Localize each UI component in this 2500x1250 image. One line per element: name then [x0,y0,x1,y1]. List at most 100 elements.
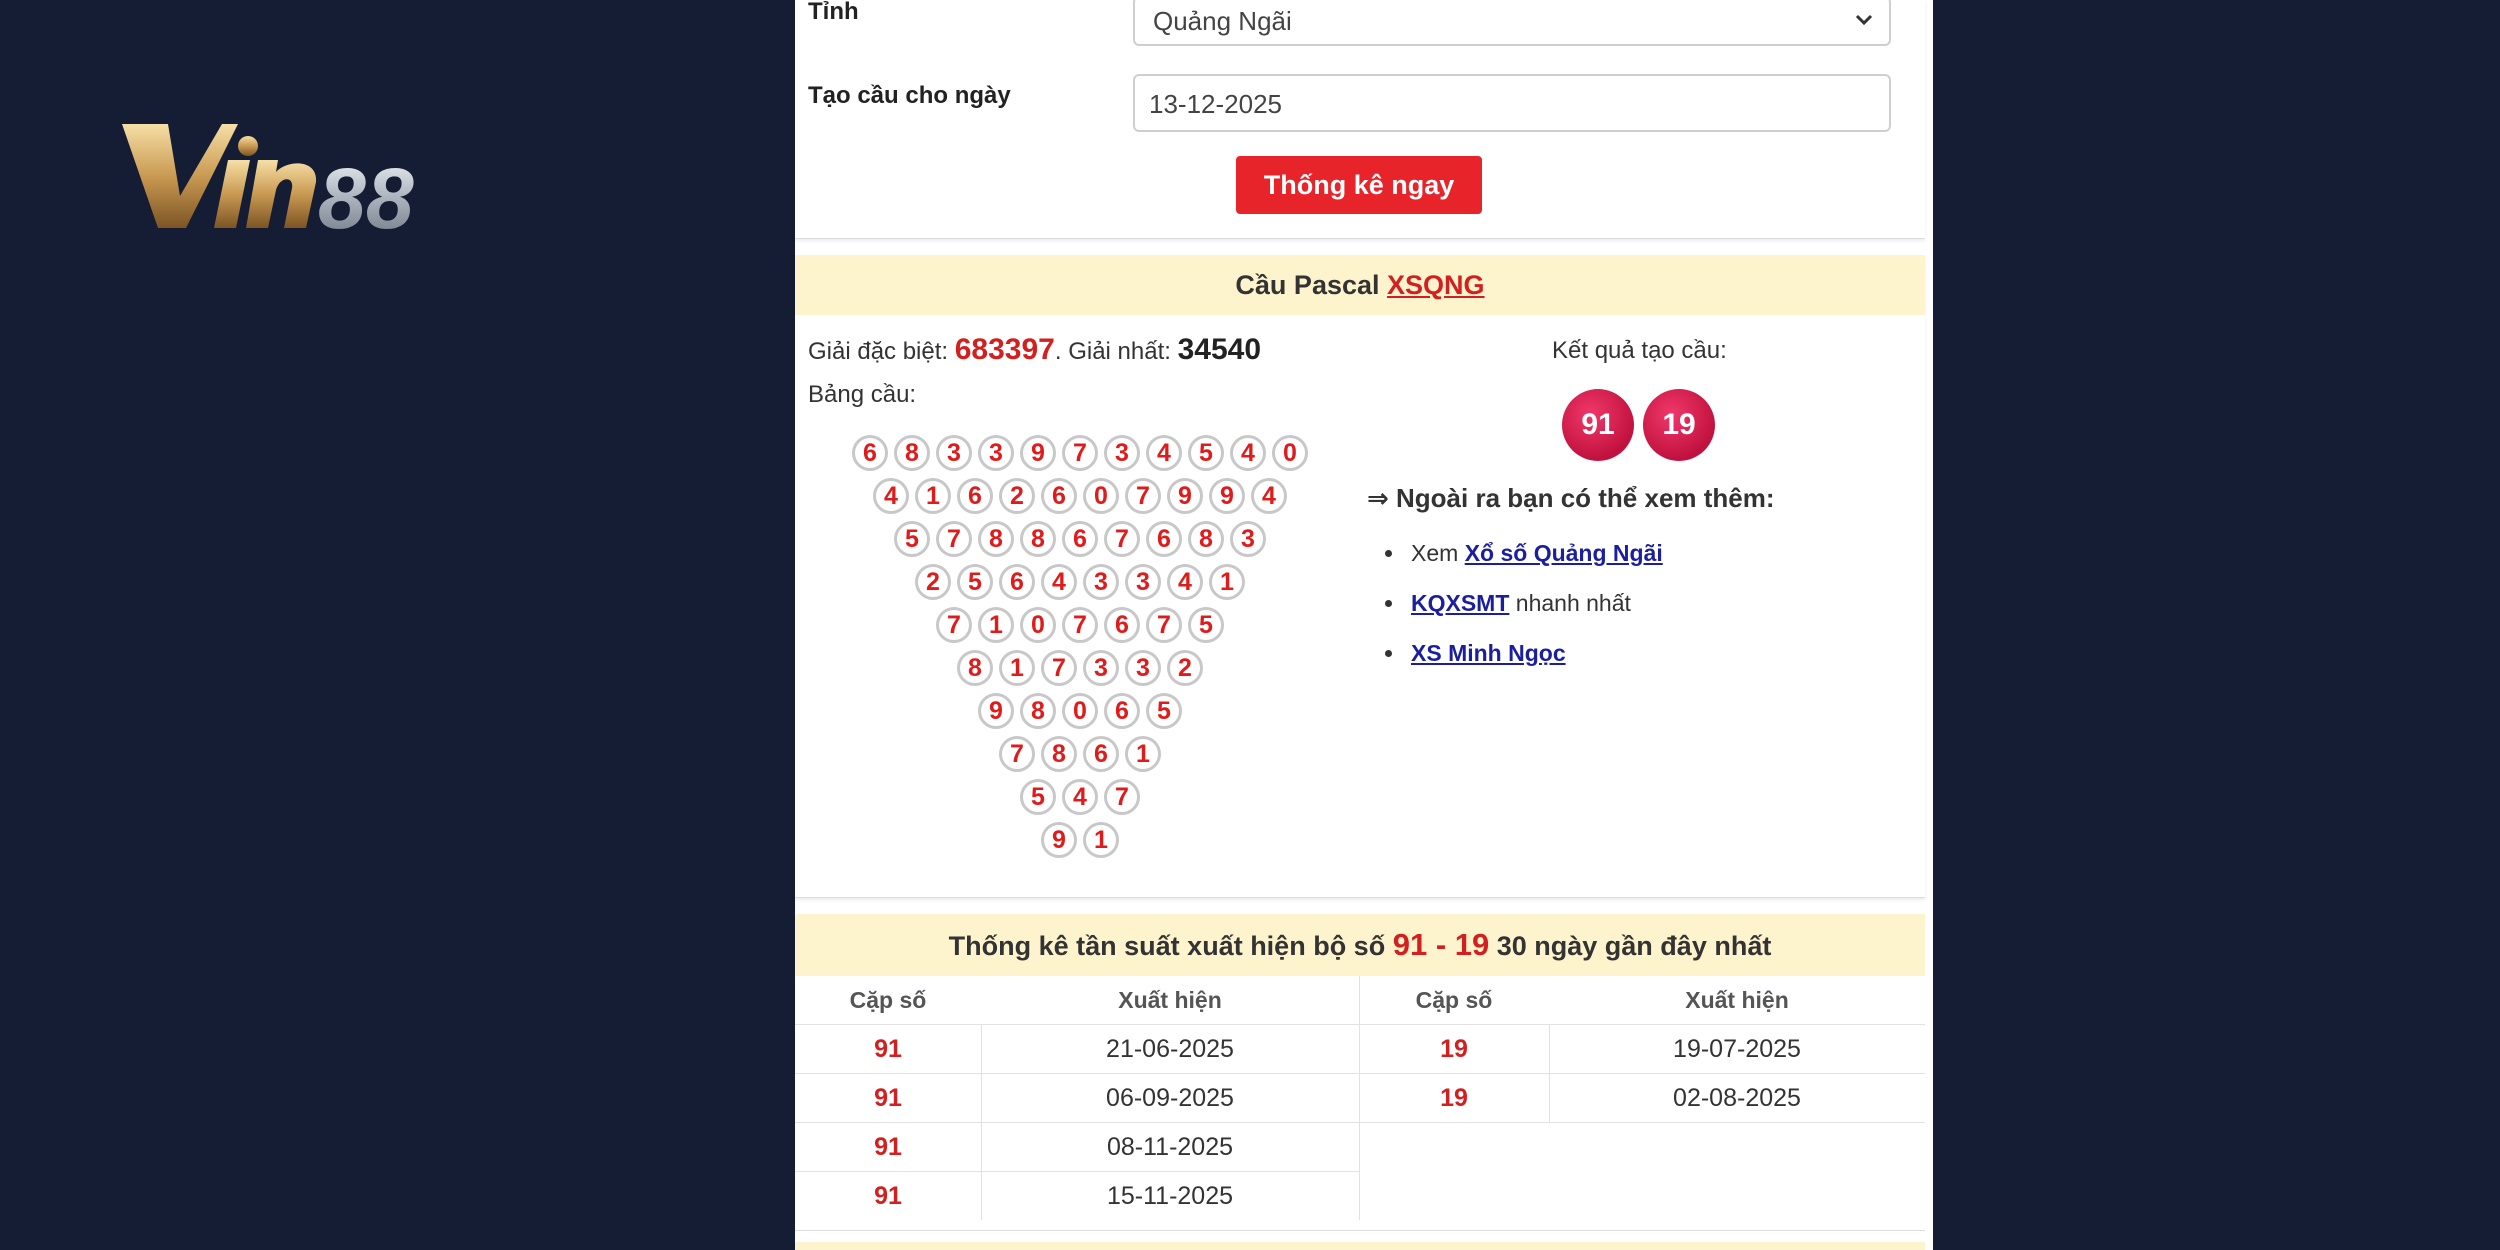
list-item: Xem Xổ số Quảng Ngãi [1385,537,1663,587]
svg-text:88: 88 [318,151,414,238]
pascal-digit: 1 [978,607,1014,643]
pascal-digit: 3 [1125,650,1161,686]
xs-minh-ngoc-link[interactable]: XS Minh Ngọc [1411,640,1566,666]
pascal-digit: 1 [1209,564,1245,600]
province-label: Tỉnh [808,0,859,25]
list-item: XS Minh Ngọc [1385,637,1663,687]
pascal-digit: 8 [957,650,993,686]
pascal-digit: 5 [957,564,993,600]
table-cell-pair: 19 [1359,1073,1549,1121]
pascal-digit: 8 [1188,521,1224,557]
pascal-digit: 4 [873,478,909,514]
result-ball: 19 [1643,389,1715,461]
pascal-digit: 1 [1083,822,1119,858]
pascal-digit: 5 [1020,779,1056,815]
frequency-title: Thống kê tần suất xuất hiện bộ số [948,931,1386,961]
pascal-digit: 0 [1062,693,1098,729]
pascal-digit: 4 [1062,779,1098,815]
pascal-digit: 7 [999,736,1035,772]
pascal-digit: 4 [1167,564,1203,600]
table-cell-pair: 91 [795,1171,981,1219]
column-header-pair: Cặp số [849,987,927,1013]
pascal-digit: 1 [999,650,1035,686]
pascal-digit: 8 [1020,521,1056,557]
frequency-header: Thống kê tần suất xuất hiện bộ số 91 - 1… [795,914,1925,976]
pascal-digit: 6 [999,564,1035,600]
pascal-digit: 2 [1167,650,1203,686]
pascal-digit: 9 [978,693,1014,729]
pascal-digit: 7 [1041,650,1077,686]
column-header-appearance: Xuất hiện [1118,987,1222,1013]
pascal-digit: 5 [894,521,930,557]
table-divider [1359,976,1360,1220]
pascal-digit: 9 [1020,435,1056,471]
vin88-logo: 88 [122,118,482,247]
more-title: ⇒ Ngoài ra bạn có thể xem thêm: [1367,483,1775,513]
pascal-card: Cầu Pascal XSQNG Giải đặc biệt: 683397. … [795,255,1925,898]
province-select-value: Quảng Ngãi [1153,6,1292,36]
pascal-digit: 7 [936,607,972,643]
pascal-digit: 4 [1146,435,1182,471]
pascal-digit: 2 [915,564,951,600]
pascal-digit: 3 [1104,435,1140,471]
result-ball: 91 [1562,389,1634,461]
pascal-triangle: 6833973454041626079945788676832564334171… [795,255,1395,895]
kqxsmt-link[interactable]: KQXSMT [1411,590,1509,616]
pascal-digit: 3 [1083,650,1119,686]
date-input[interactable]: 13-12-2025 [1133,74,1891,132]
pascal-digit: 3 [1083,564,1119,600]
pascal-digit: 0 [1083,478,1119,514]
pascal-digit: 3 [936,435,972,471]
table-cell-pair: 19 [1359,1024,1549,1072]
main-content: Tỉnh Quảng Ngãi Tạo cầu cho ngày 13-12-2… [795,0,1933,1250]
table-cell-date: 08-11-2025 [981,1122,1359,1170]
column-header-pair: Cặp số [1415,987,1493,1013]
pascal-digit: 0 [1020,607,1056,643]
table-cell-date: 21-06-2025 [981,1024,1359,1072]
lookup-form: Tỉnh Quảng Ngãi Tạo cầu cho ngày 13-12-2… [795,0,1925,239]
pascal-digit: 3 [1125,564,1161,600]
pascal-digit: 0 [1272,435,1308,471]
pascal-digit: 5 [1188,435,1224,471]
table-cell-date: 06-09-2025 [981,1073,1359,1121]
more-links: Xem Xổ số Quảng Ngãi KQXSMT nhanh nhất X… [1385,537,1663,687]
table-cell-pair: 91 [795,1073,981,1121]
table-cell-pair: 91 [795,1024,981,1072]
pascal-digit: 7 [1125,478,1161,514]
frequency-title-suffix: 30 ngày gần đây nhất [1496,931,1772,961]
pascal-digit: 7 [1062,435,1098,471]
table-divider [981,1024,982,1220]
pascal-digit: 3 [1230,521,1266,557]
pascal-digit: 8 [978,521,1014,557]
pascal-digit: 6 [1062,521,1098,557]
pascal-digit: 9 [1209,478,1245,514]
frequency-pair: 91 - 19 [1392,927,1490,962]
column-header-appearance: Xuất hiện [1685,987,1789,1013]
frequency-card: Thống kê tần suất xuất hiện bộ số 91 - 1… [795,914,1925,1231]
pascal-digit: 6 [957,478,993,514]
province-select[interactable]: Quảng Ngãi [1133,0,1891,46]
xsqng-link[interactable]: XSQNG [1387,270,1485,300]
pascal-digit: 7 [1104,779,1140,815]
pascal-digit: 4 [1251,478,1287,514]
pascal-digit: 4 [1230,435,1266,471]
table-cell-pair: 91 [795,1122,981,1170]
pascal-digit: 8 [1020,693,1056,729]
pascal-digit: 1 [1125,736,1161,772]
xo-so-quang-ngai-link[interactable]: Xổ số Quảng Ngãi [1465,540,1663,566]
pascal-digit: 7 [1146,607,1182,643]
table-divider [1359,1122,1925,1123]
pascal-digit: 7 [1062,607,1098,643]
pascal-digit: 6 [1104,607,1140,643]
pascal-digit: 6 [852,435,888,471]
result-label: Kết quả tạo cầu: [1552,337,1727,364]
chevron-down-icon [1855,14,1873,26]
submit-button[interactable]: Thống kê ngay [1236,156,1482,214]
pascal-digit: 6 [1083,736,1119,772]
date-label: Tạo cầu cho ngày [808,82,1011,109]
pascal-digit: 4 [1041,564,1077,600]
next-section-header [795,1242,1925,1250]
table-divider [1549,1024,1550,1122]
pascal-digit: 3 [978,435,1014,471]
table-cell-date: 15-11-2025 [981,1171,1359,1219]
